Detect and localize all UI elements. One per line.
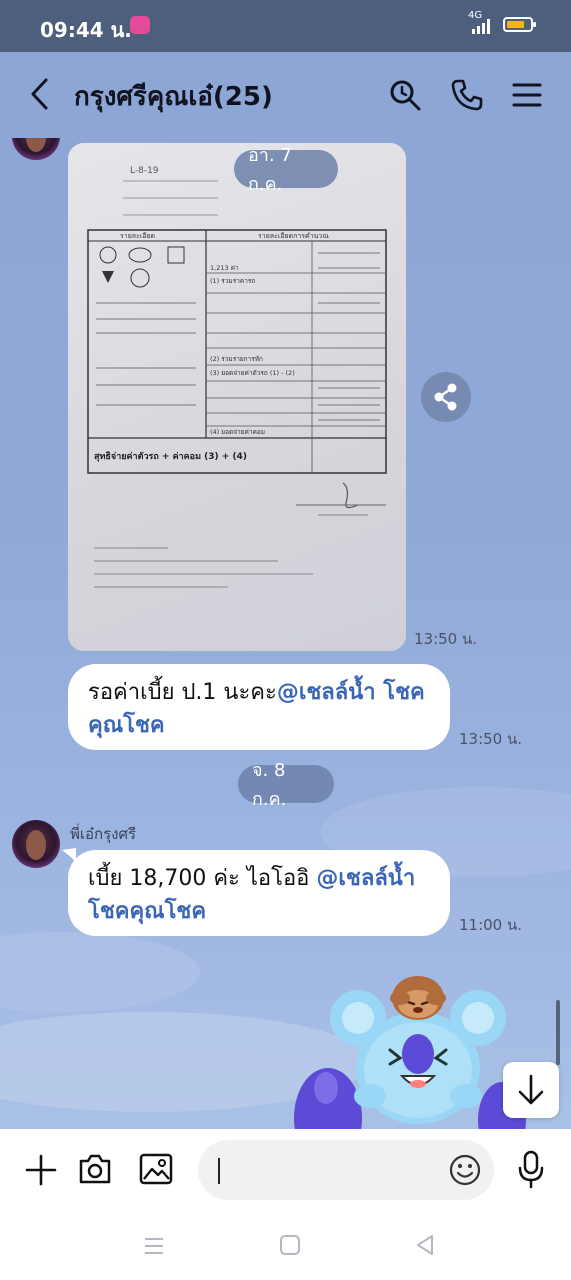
plus-icon[interactable] (24, 1153, 58, 1187)
sender-name: พี่เอ๋กรุงศรี (70, 825, 137, 843)
share-icon (434, 383, 457, 411)
scroll-to-bottom-button[interactable] (503, 1062, 559, 1118)
message-time: 13:50 น. (414, 630, 478, 648)
chat-title[interactable]: กรุงศรีคุณเอ๋(25) (74, 76, 273, 117)
status-time: 09:44 น. (40, 18, 132, 42)
doc-line-3: (2) รวมรายการหัก (210, 355, 263, 363)
document-image: L-8-19 รายละเอียด รายละเอียดการคำนวณ 1,2… (68, 143, 406, 651)
recent-apps-icon[interactable] (143, 1235, 165, 1257)
text-cursor (218, 1158, 220, 1184)
camera-icon[interactable] (77, 1151, 113, 1187)
doc-line-4: (3) ยอดจ่ายค่าตัวรถ (1) - (2) (210, 369, 295, 377)
back-nav-icon[interactable] (414, 1234, 436, 1256)
message-time: 13:50 น. (459, 730, 523, 748)
chevron-left-icon[interactable] (26, 76, 56, 112)
emoji-icon[interactable] (448, 1153, 482, 1187)
menu-icon[interactable] (510, 78, 544, 112)
message-time: 11:00 น. (459, 916, 523, 934)
notification-app-icon (130, 16, 150, 34)
battery-icon (503, 17, 536, 32)
date-chip: จ. 8 ก.ค. (238, 760, 334, 810)
home-icon[interactable] (279, 1234, 301, 1256)
doc-section-right: รายละเอียดการคำนวณ (258, 232, 329, 240)
network-type: 4G (468, 10, 483, 21)
doc-total: สุทธิจ่ายค่าตัวรถ + ค่าคอม (3) + (4) (94, 451, 247, 462)
scrollbar[interactable] (556, 1000, 560, 1065)
share-button[interactable] (421, 372, 471, 422)
message-text: รอค่าเบี้ย ป.1 นะคะ (88, 680, 277, 705)
message-bubble[interactable]: เบี้ย 18,700 ค่ะ ไอโออิ @เชลล์น้ำโชคคุณโ… (68, 850, 450, 936)
image-icon[interactable] (138, 1151, 174, 1187)
message-text: เบี้ย 18,700 ค่ะ ไอโออิ (88, 866, 317, 891)
photo-message[interactable]: L-8-19 รายละเอียด รายละเอียดการคำนวณ 1,2… (68, 143, 406, 651)
date-chip: อา. 7 ก.ค. (234, 145, 338, 195)
header-overlay: กรุงศรีคุณเอ๋(25) (0, 52, 571, 138)
microphone-icon[interactable] (516, 1149, 546, 1189)
phone-icon[interactable] (450, 78, 484, 112)
arrow-down-icon (518, 1074, 544, 1105)
doc-line-5: (4) ยอดจ่ายค่าคอม (210, 428, 265, 436)
message-input[interactable] (198, 1140, 494, 1200)
message-input-bar (0, 1129, 571, 1211)
doc-line-2: (1) รวมราคารถ (210, 277, 255, 285)
doc-line-1: 1,213 ค่า (210, 264, 239, 272)
document-drawing: L-8-19 รายละเอียด รายละเอียดการคำนวณ 1,2… (87, 166, 387, 588)
doc-section-left: รายละเอียด (120, 232, 155, 240)
doc-number: L-8-19 (130, 166, 159, 176)
sender-avatar[interactable] (12, 820, 60, 868)
message-bubble[interactable]: รอค่าเบี้ย ป.1 นะคะ@เชลล์น้ำ โชคคุณโชค (68, 664, 450, 750)
status-bar: 09:44 น. 4G (0, 0, 571, 52)
search-icon[interactable] (388, 78, 422, 112)
system-navigation-bar (0, 1211, 571, 1280)
